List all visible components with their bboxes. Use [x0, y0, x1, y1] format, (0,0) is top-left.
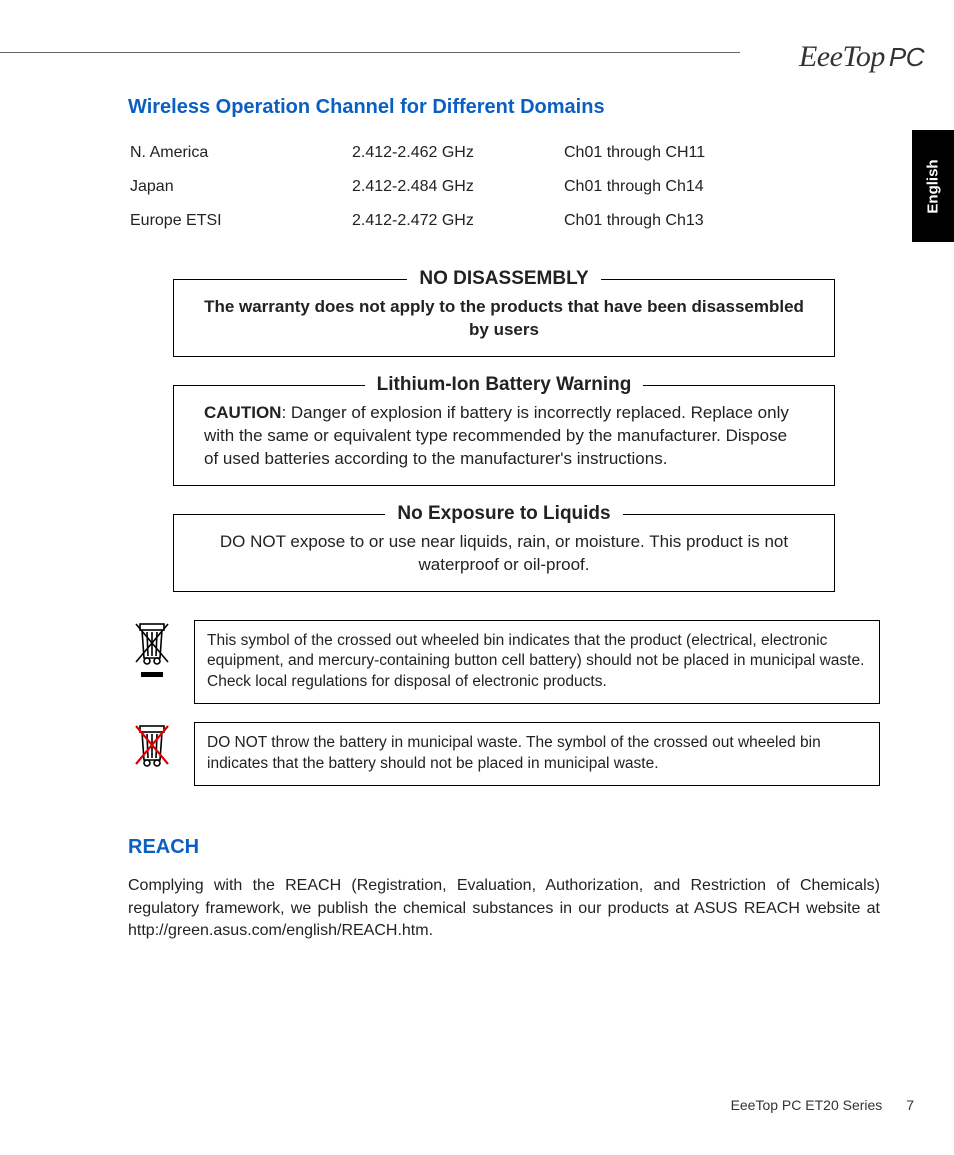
- box-no-liquids: No Exposure to Liquids DO NOT expose to …: [173, 514, 835, 592]
- brand-name: EeeTop: [799, 40, 885, 73]
- battery-bin-icon: [128, 722, 176, 768]
- weee-row: This symbol of the crossed out wheeled b…: [128, 620, 880, 705]
- cell-freq: 2.412-2.462 GHz: [352, 137, 562, 169]
- cell-region: N. America: [130, 137, 350, 169]
- channel-table: N. America 2.412-2.462 GHz Ch01 through …: [128, 135, 748, 239]
- weee-text: This symbol of the crossed out wheeled b…: [194, 620, 880, 705]
- table-row: Europe ETSI 2.412-2.472 GHz Ch01 through…: [130, 205, 746, 237]
- weee-bin-icon: [128, 620, 176, 677]
- reach-paragraph: Complying with the REACH (Registration, …: [128, 875, 880, 942]
- box-body: CAUTION: Danger of explosion if battery …: [204, 402, 804, 471]
- cell-ch: Ch01 through Ch14: [564, 171, 746, 203]
- cell-ch: Ch01 through Ch13: [564, 205, 746, 237]
- cell-freq: 2.412-2.472 GHz: [352, 205, 562, 237]
- box-legend: NO DISASSEMBLY: [407, 268, 600, 290]
- footer-page-number: 7: [906, 1097, 914, 1113]
- brand-logo: EeeTopPC: [799, 40, 924, 74]
- box-legend: Lithium-Ion Battery Warning: [365, 374, 644, 396]
- box-body: The warranty does not apply to the produ…: [204, 296, 804, 342]
- table-row: N. America 2.412-2.462 GHz Ch01 through …: [130, 137, 746, 169]
- box-battery-warning: Lithium-Ion Battery Warning CAUTION: Dan…: [173, 385, 835, 486]
- section-heading-reach: REACH: [128, 836, 880, 859]
- battery-bin-row: DO NOT throw the battery in municipal wa…: [128, 722, 880, 786]
- cell-freq: 2.412-2.484 GHz: [352, 171, 562, 203]
- table-row: Japan 2.412-2.484 GHz Ch01 through Ch14: [130, 171, 746, 203]
- cell-region: Europe ETSI: [130, 205, 350, 237]
- section-heading-wireless: Wireless Operation Channel for Different…: [128, 96, 880, 119]
- box-no-disassembly: NO DISASSEMBLY The warranty does not app…: [173, 279, 835, 357]
- caution-text: : Danger of explosion if battery is inco…: [204, 403, 789, 468]
- language-label: English: [925, 159, 942, 213]
- battery-bin-text: DO NOT throw the battery in municipal wa…: [194, 722, 880, 786]
- brand-suffix: PC: [889, 42, 924, 72]
- header-rule: [0, 52, 740, 53]
- cell-region: Japan: [130, 171, 350, 203]
- page-footer: EeeTop PC ET20 Series 7: [731, 1097, 914, 1113]
- footer-series: EeeTop PC ET20 Series: [731, 1097, 883, 1113]
- page-content: Wireless Operation Channel for Different…: [128, 96, 880, 942]
- cell-ch: Ch01 through CH11: [564, 137, 746, 169]
- caution-label: CAUTION: [204, 403, 281, 422]
- box-legend: No Exposure to Liquids: [385, 503, 622, 525]
- underbar-icon: [141, 672, 163, 677]
- box-body: DO NOT expose to or use near liquids, ra…: [204, 531, 804, 577]
- language-tab: English: [912, 130, 954, 242]
